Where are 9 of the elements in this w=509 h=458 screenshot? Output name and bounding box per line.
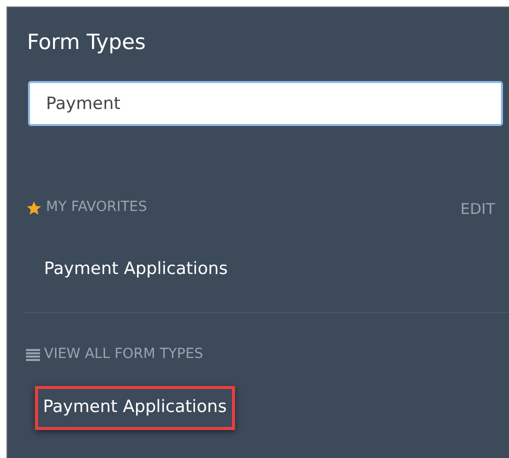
panel-title: Form Types — [27, 29, 146, 56]
section-heading: MY FAVORITES — [46, 198, 148, 217]
list-icon — [26, 348, 40, 360]
section-heading: VIEW ALL FORM TYPES — [44, 345, 204, 364]
form-type-item[interactable]: Payment Applications — [41, 248, 231, 292]
search-field[interactable]: Payment — [28, 81, 503, 126]
highlighted-form-type[interactable]: Payment Applications — [35, 386, 235, 430]
edit-link[interactable]: EDIT — [460, 198, 495, 220]
star-icon — [26, 200, 42, 216]
